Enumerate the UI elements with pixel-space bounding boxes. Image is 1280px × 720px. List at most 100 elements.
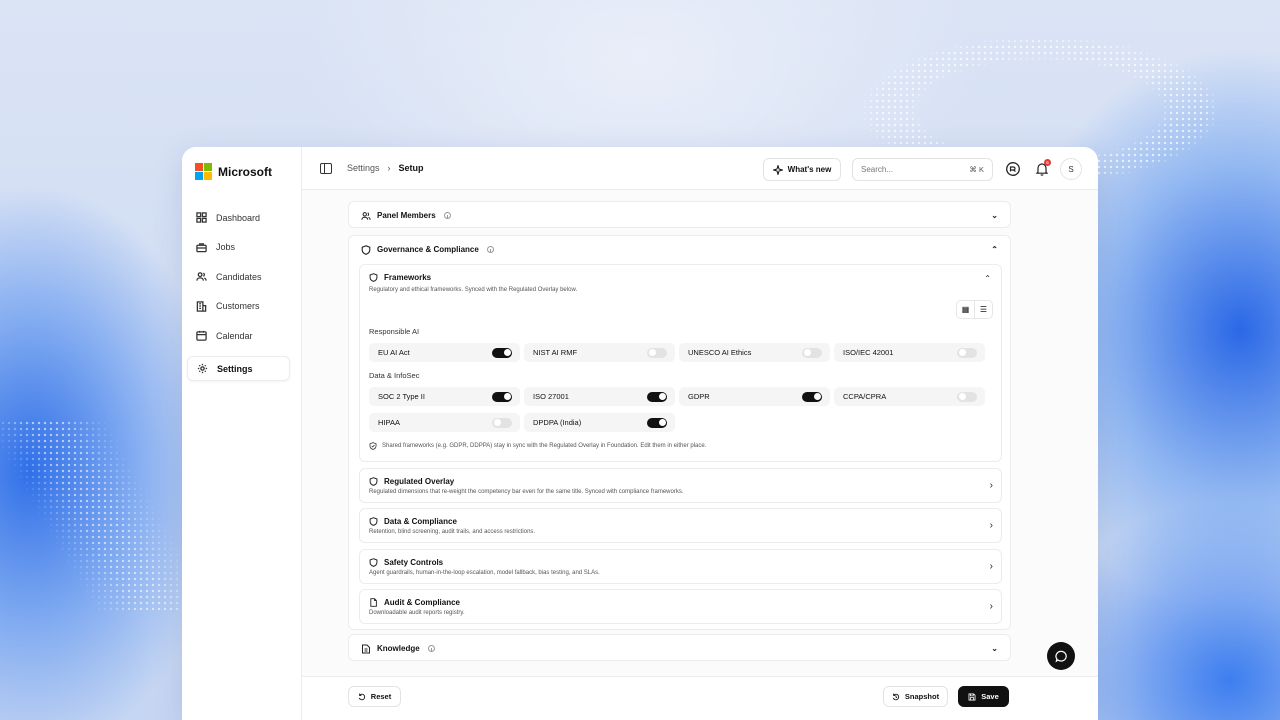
frameworks-card: Frameworks ⌃ Regulatory and ethical fram… (359, 264, 1002, 462)
framework-name: UNESCO AI Ethics (688, 348, 752, 357)
subsection-description: Retention, blind screening, audit trails… (369, 529, 536, 535)
info-icon[interactable] (427, 645, 435, 652)
framework-name: NIST AI RMF (533, 348, 578, 357)
frameworks-title-text: Frameworks (384, 273, 432, 282)
toggle-switch[interactable] (647, 347, 667, 358)
view-toggle: ▦ ☰ (956, 300, 993, 319)
dot-pattern-decoration (0, 420, 200, 610)
toggle-switch[interactable] (957, 347, 977, 358)
regulated-overlay-card[interactable]: Regulated Overlay Regulated dimensions t… (359, 468, 1002, 503)
frameworks-title[interactable]: Frameworks (369, 273, 431, 282)
framework-toggle-iso-iec-42001[interactable]: ISO/IEC 42001 (834, 343, 985, 362)
toggle-switch[interactable] (647, 391, 667, 402)
subsection-title: Data & Compliance (384, 517, 457, 526)
framework-toggle-ccpa-cpra[interactable]: CCPA/CPRA (834, 387, 985, 406)
snapshot-button[interactable]: Snapshot (883, 686, 948, 707)
toggle-switch[interactable] (492, 417, 512, 428)
notification-badge: 6 (1044, 159, 1051, 166)
chevron-right-icon: › (387, 163, 391, 173)
chevron-right-icon[interactable]: › (990, 601, 993, 612)
breadcrumb: Settings › Setup (347, 163, 424, 173)
chevron-right-icon[interactable]: › (990, 520, 993, 531)
gear-icon (197, 363, 208, 374)
copilot-icon[interactable] (1005, 161, 1021, 177)
sidebar-item-jobs[interactable]: Jobs (187, 235, 290, 260)
framework-toggle-iso-27001[interactable]: ISO 27001 (524, 387, 675, 406)
data-compliance-card[interactable]: Data & Compliance Retention, blind scree… (359, 508, 1002, 543)
framework-name: EU AI Act (378, 348, 410, 357)
reset-button[interactable]: Reset (348, 686, 401, 707)
grid-view-icon[interactable]: ▦ (957, 301, 975, 318)
sidebar-item-customers[interactable]: Customers (187, 294, 290, 319)
framework-toggle-nist-ai-rmf[interactable]: NIST AI RMF (524, 343, 675, 362)
sidebar-item-label: Candidates (216, 271, 262, 282)
info-icon[interactable] (443, 212, 451, 219)
toggle-switch[interactable] (492, 347, 512, 358)
calendar-icon (196, 330, 207, 341)
sidebar-item-candidates[interactable]: Candidates (187, 264, 290, 289)
history-icon (892, 693, 900, 700)
chat-icon (1054, 650, 1067, 663)
toggle-switch[interactable] (647, 417, 667, 428)
safety-controls-card[interactable]: Safety Controls Agent guardrails, human-… (359, 549, 1002, 584)
group-label-responsible-ai: Responsible AI (369, 327, 420, 336)
sidebar-item-label: Customers (216, 301, 260, 311)
snapshot-label: Snapshot (904, 692, 940, 701)
whats-new-button[interactable]: What's new (763, 158, 841, 181)
section-title: Governance & Compliance (377, 245, 479, 254)
save-icon (968, 693, 976, 700)
governance-compliance-section: Governance & Compliance ⌃ Frameworks ⌃ R… (348, 235, 1011, 630)
chevron-right-icon[interactable]: › (990, 561, 993, 572)
chevron-up-icon[interactable]: ⌃ (984, 274, 991, 283)
audit-compliance-card[interactable]: Audit & Compliance Downloadable audit re… (359, 589, 1002, 624)
search-input[interactable]: Search... ⌘ K (852, 158, 993, 181)
settings-content: Panel Members ⌄ Governance & Compliance … (302, 190, 1098, 676)
sidebar-item-dashboard[interactable]: Dashboard (187, 205, 290, 230)
shield-icon (369, 517, 378, 526)
section-title: Panel Members (377, 211, 436, 220)
framework-toggle-soc2[interactable]: SOC 2 Type II (369, 387, 520, 406)
search-shortcut: ⌘ K (969, 165, 984, 174)
avatar[interactable]: S (1060, 158, 1082, 180)
sidebar-item-label: Settings (217, 363, 253, 374)
framework-name: CCPA/CPRA (843, 392, 887, 401)
section-title: Knowledge (377, 644, 420, 653)
save-button[interactable]: Save (958, 686, 1009, 707)
governance-header[interactable]: Governance & Compliance ⌃ (349, 236, 1010, 263)
shield-icon (369, 273, 378, 282)
sidebar-toggle-icon[interactable] (320, 163, 332, 174)
sparkle-icon (772, 164, 783, 175)
framework-name: SOC 2 Type II (378, 392, 425, 401)
list-view-icon[interactable]: ☰ (975, 301, 992, 318)
subsection-description: Downloadable audit reports registry. (369, 610, 465, 616)
framework-toggle-unesco-ai-ethics[interactable]: UNESCO AI Ethics (679, 343, 830, 362)
chevron-down-icon[interactable]: ⌄ (991, 211, 998, 220)
framework-toggle-hipaa[interactable]: HIPAA (369, 413, 520, 432)
file-icon (370, 598, 377, 607)
framework-toggle-dpdpa-india[interactable]: DPDPA (India) (524, 413, 675, 432)
book-icon (362, 644, 370, 653)
building-icon (196, 300, 207, 312)
toggle-switch[interactable] (802, 347, 822, 358)
sidebar-nav: Dashboard Jobs Candidates Customers Cale… (187, 205, 290, 386)
info-icon[interactable] (486, 246, 494, 253)
toggle-switch[interactable] (802, 391, 822, 402)
framework-name: HIPAA (378, 418, 400, 427)
chevron-right-icon[interactable]: › (990, 480, 993, 491)
breadcrumb-settings[interactable]: Settings (347, 163, 380, 173)
chevron-down-icon[interactable]: ⌄ (991, 644, 998, 653)
sidebar-item-calendar[interactable]: Calendar (187, 323, 290, 348)
chat-support-button[interactable] (1047, 642, 1075, 670)
sidebar-item-settings[interactable]: Settings (187, 356, 290, 381)
reset-icon (358, 693, 365, 700)
search-placeholder: Search... (861, 165, 894, 174)
framework-toggle-gdpr[interactable]: GDPR (679, 387, 830, 406)
toggle-switch[interactable] (957, 391, 977, 402)
sidebar-item-label: Dashboard (216, 212, 261, 223)
toggle-switch[interactable] (492, 391, 512, 402)
chevron-up-icon[interactable]: ⌃ (991, 245, 998, 254)
panel-members-section[interactable]: Panel Members ⌄ (348, 201, 1011, 228)
knowledge-section[interactable]: Knowledge ⌄ (348, 634, 1011, 661)
brand-logo[interactable]: Microsoft (195, 163, 272, 180)
framework-toggle-eu-ai-act[interactable]: EU AI Act (369, 343, 520, 362)
